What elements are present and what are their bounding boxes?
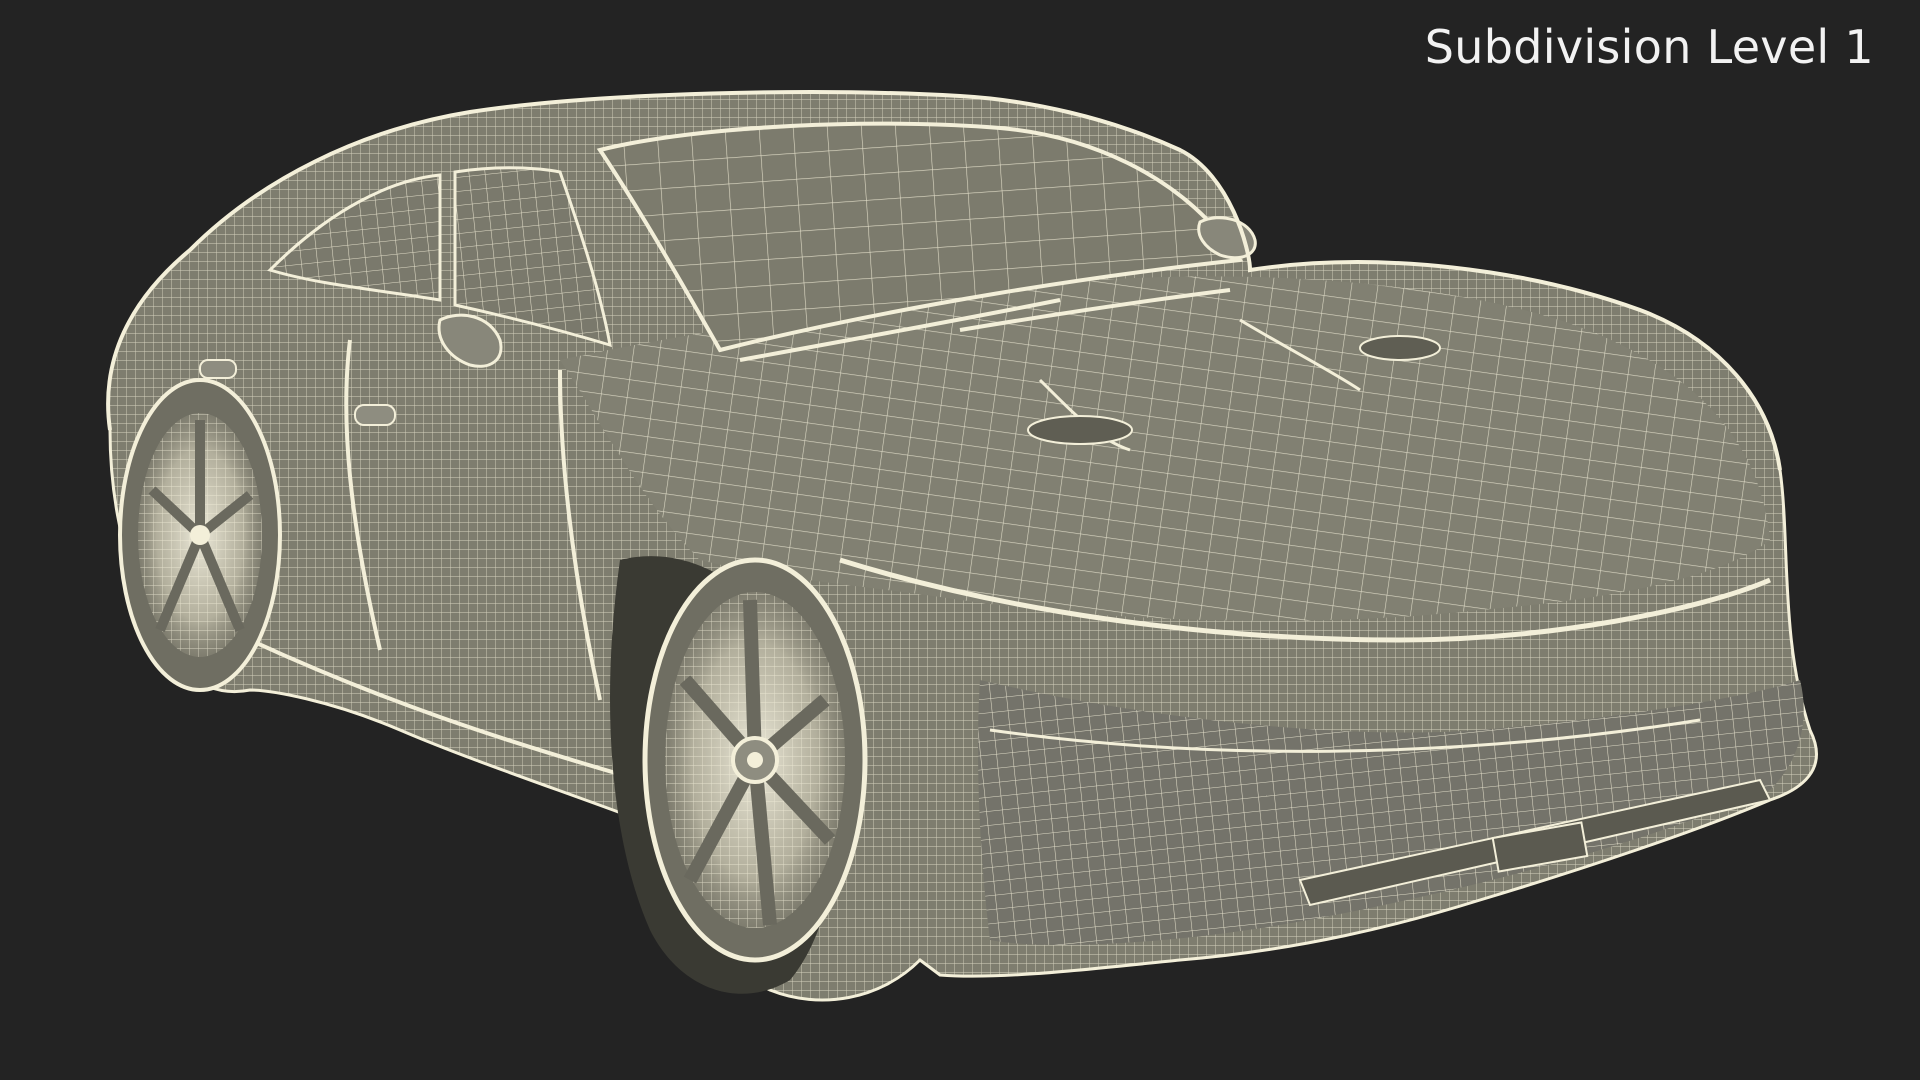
render-viewport: Subdivision Level 1	[0, 0, 1920, 1080]
car-rear-wheel	[118, 378, 282, 692]
subdivision-level-label: Subdivision Level 1	[1424, 20, 1874, 74]
car-wireframe-render	[106, 90, 1818, 1002]
